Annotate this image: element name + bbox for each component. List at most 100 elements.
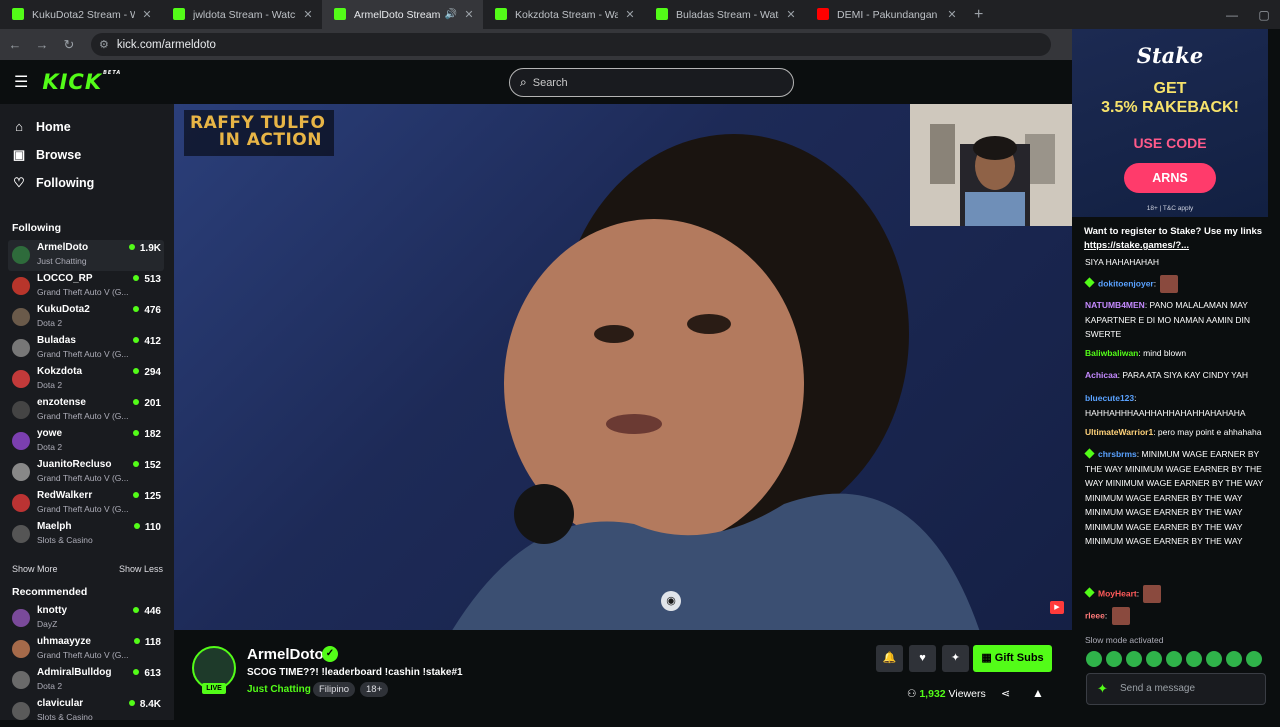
channel-item[interactable]: clavicular Slots & Casino 8.4K (8, 696, 164, 727)
close-tab-icon[interactable]: ✕ (624, 8, 636, 21)
site-info-icon[interactable]: ⚙ (99, 38, 109, 51)
new-tab-button[interactable]: + (974, 6, 983, 24)
forward-icon[interactable]: → (30, 37, 54, 52)
browser-tab[interactable]: KukuDota2 Stream - Watch Live on ✕ (0, 0, 161, 29)
youtube-icon[interactable]: ▶ (1050, 601, 1064, 614)
close-tab-icon[interactable]: ✕ (785, 8, 797, 21)
channel-avatar (12, 401, 30, 419)
channel-name: JuanitoRecluso (37, 459, 112, 470)
close-tab-icon[interactable]: ✕ (302, 8, 314, 21)
follow-button[interactable]: ♥ (909, 645, 936, 672)
channel-name: ArmelDoto (37, 242, 89, 253)
channel-viewers: 412 (133, 336, 161, 347)
channel-item[interactable]: uhmaayyze Grand Theft Auto V (G... 118 (8, 634, 164, 665)
share-icon[interactable]: ⋖ (1001, 687, 1010, 700)
pinned-message: Want to register to Stake? Use my links … (1084, 225, 1274, 253)
emote[interactable] (1106, 651, 1122, 667)
browser-tab[interactable]: jwldota Stream - Watch Live on ✕ (161, 0, 322, 29)
show-more-button[interactable]: Show More (12, 564, 58, 574)
play-icon[interactable]: ◉ (661, 591, 681, 611)
show-less-button[interactable]: Show Less (119, 564, 163, 574)
chat-username[interactable]: Achicaa (1085, 370, 1118, 380)
channel-item[interactable]: enzotense Grand Theft Auto V (G... 201 (8, 395, 164, 426)
back-icon[interactable]: ← (3, 37, 27, 52)
channel-item[interactable]: JuanitoRecluso Grand Theft Auto V (G... 15… (8, 457, 164, 488)
channel-item[interactable]: RedWalkerr Grand Theft Auto V (G... 125 (8, 488, 164, 519)
channel-avatar (12, 702, 30, 720)
chat-username[interactable]: bluecute123 (1085, 393, 1134, 403)
channel-avatar (12, 277, 30, 295)
channel-item[interactable]: AdmiralBulldog Dota 2 613 (8, 665, 164, 696)
gift-subs-button[interactable]: ▦ Gift Subs (973, 645, 1052, 672)
nav-browse[interactable]: ▣ Browse (12, 147, 81, 163)
close-tab-icon[interactable]: ✕ (141, 8, 153, 21)
emote[interactable] (1246, 651, 1262, 667)
stake-ad-banner[interactable]: Stake GET 3.5% RAKEBACK! USE CODE ARNS 18… (1072, 29, 1268, 217)
heart-icon: ♥ (919, 652, 926, 664)
minimize-icon[interactable]: — (1216, 8, 1248, 22)
nav-home-label: Home (36, 119, 71, 134)
channel-item[interactable]: Maelph Slots & Casino 110 (8, 519, 164, 550)
emote[interactable] (1146, 651, 1162, 667)
home-icon: ⌂ (15, 119, 23, 134)
emote[interactable] (1126, 651, 1142, 667)
chat-username[interactable]: dokitoenjoyer (1098, 278, 1154, 288)
sparkle-button[interactable]: ✦ (942, 645, 969, 672)
emote-picker-icon[interactable]: ✦ (1097, 674, 1108, 704)
emote[interactable] (1226, 651, 1242, 667)
channel-viewers: 125 (133, 491, 161, 502)
nav-following[interactable]: ♡ Following (12, 175, 94, 191)
chat-username[interactable]: NATUMB4MEN (1085, 300, 1145, 310)
close-tab-icon[interactable]: ✕ (946, 8, 958, 21)
stream-category[interactable]: Just Chatting (247, 684, 311, 695)
chat-username[interactable]: rleee (1085, 610, 1105, 620)
url-field[interactable]: ⚙ kick.com/armeldoto (91, 33, 1051, 56)
emote[interactable] (1206, 651, 1222, 667)
chat-input[interactable]: ✦ Send a message (1086, 673, 1266, 705)
channel-item[interactable]: Buladas Grand Theft Auto V (G... 412 (8, 333, 164, 364)
menu-icon[interactable]: ☰ (14, 72, 28, 92)
channel-avatar (12, 308, 30, 326)
browser-tab[interactable]: Kokzdota Stream - Watch Live on ✕ (483, 0, 644, 29)
browser-tab[interactable]: ArmelDoto Stream - Watch 🔊 ✕ (322, 0, 483, 29)
kick-logo[interactable]: KICKBETA (42, 70, 121, 94)
chat-username[interactable]: Baliwbaliwan (1085, 348, 1138, 358)
search-input[interactable]: ⌕ Search (509, 68, 794, 97)
tab-title: Buladas Stream - Watch Live on (676, 8, 779, 21)
emote[interactable] (1166, 651, 1182, 667)
emote[interactable] (1086, 651, 1102, 667)
chat-panel: Stake GET 3.5% RAKEBACK! USE CODE ARNS 18… (1072, 29, 1280, 720)
maximize-icon[interactable]: ▢ (1248, 8, 1280, 22)
streamer-name[interactable]: ArmelDoto (247, 646, 324, 663)
close-tab-icon[interactable]: ✕ (463, 8, 475, 21)
chat-message: dokitoenjoyer: (1084, 275, 1277, 293)
channel-item[interactable]: knotty DayZ 446 (8, 603, 164, 634)
emote[interactable] (1186, 651, 1202, 667)
ad-code-button[interactable]: ARNS (1124, 163, 1216, 193)
channel-name: KukuDota2 (37, 304, 90, 315)
pinned-link[interactable]: https://stake.games/?... (1084, 239, 1274, 253)
chat-text: mind blown (1143, 348, 1187, 358)
ad-fine-print: 18+ | T&C apply (1146, 205, 1194, 212)
channel-item[interactable]: ArmelDoto Just Chatting 1.9K (8, 240, 164, 271)
chat-username[interactable]: MoyHeart (1098, 588, 1137, 598)
tag-age[interactable]: 18+ (360, 682, 389, 697)
channel-item[interactable]: yowe Dota 2 182 (8, 426, 164, 457)
report-icon[interactable]: ▲ (1032, 686, 1044, 700)
channel-category: Dota 2 (37, 380, 63, 390)
notification-bell-button[interactable]: 🔔 (876, 645, 903, 672)
nav-home[interactable]: ⌂ Home (12, 119, 71, 134)
reload-icon[interactable]: ↻ (57, 37, 81, 53)
video-player[interactable]: RAFFY TULFO IN ACTION ◉ ▶ (174, 104, 1072, 630)
browser-tab[interactable]: Buladas Stream - Watch Live on ✕ (644, 0, 805, 29)
chat-username[interactable]: UltimateWarrior1 (1085, 427, 1153, 437)
chat-username[interactable]: chrsbrms (1098, 449, 1137, 459)
kick-favicon-icon (656, 8, 668, 20)
tag-language[interactable]: Filipino (313, 682, 356, 697)
channel-category: Grand Theft Auto V (G... (37, 349, 129, 359)
channel-item[interactable]: LOCCO_RP Grand Theft Auto V (G... 513 (8, 271, 164, 302)
browser-tab[interactable]: DEMI - Pakundangan ft. Hev Abi ✕ (805, 0, 966, 29)
channel-item[interactable]: KukuDota2 Dota 2 476 (8, 302, 164, 333)
channel-item[interactable]: Kokzdota Dota 2 294 (8, 364, 164, 395)
audio-icon[interactable]: 🔊 (445, 9, 457, 20)
